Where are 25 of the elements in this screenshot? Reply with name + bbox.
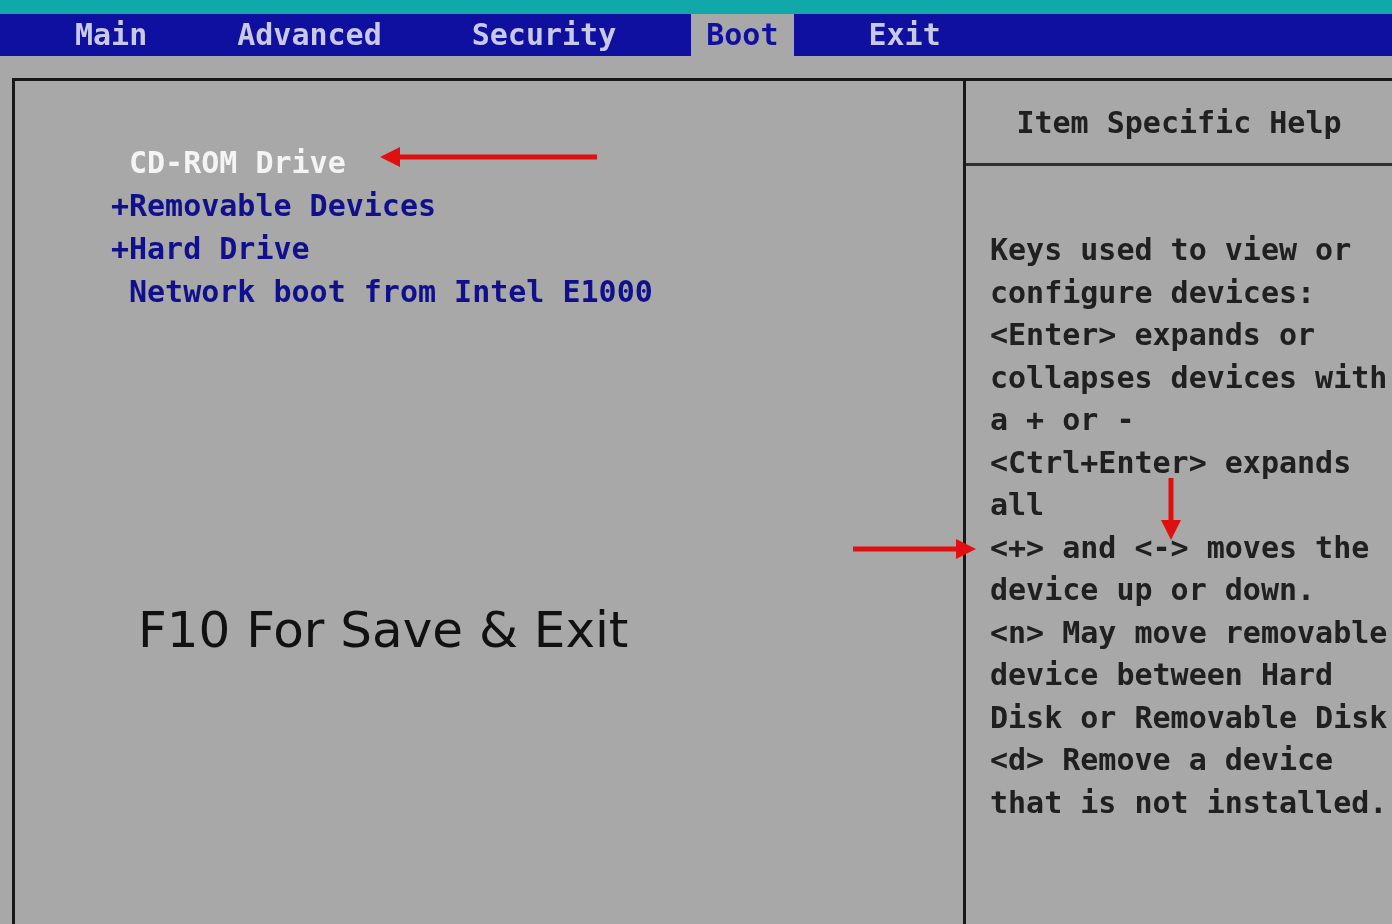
- help-text-line: Keys used to view or: [990, 231, 1352, 269]
- help-text-line: a + or -: [990, 401, 1135, 439]
- help-text-line: device up or down.: [990, 571, 1316, 609]
- annotation-arrow: [1161, 478, 1181, 540]
- boot-device-item[interactable]: Network boot from Intel E1000: [111, 270, 653, 313]
- help-text-line: <Ctrl+Enter> expands: [990, 443, 1352, 482]
- menu-tab[interactable]: Advanced: [222, 14, 397, 56]
- help-text-line: all: [990, 486, 1045, 524]
- menu-tab[interactable]: Boot: [691, 14, 794, 56]
- menu-tab[interactable]: Security: [456, 14, 632, 56]
- save-exit-caption: F10 For Save & Exit: [138, 601, 629, 659]
- help-text-line: configure devices:: [990, 273, 1316, 312]
- boot-device-item[interactable]: +Hard Drive: [111, 227, 310, 270]
- help-text-line: <n> May move removable: [990, 613, 1388, 652]
- menu-tab[interactable]: Main: [60, 14, 163, 56]
- menu-tab[interactable]: Exit: [853, 14, 956, 56]
- boot-device-item[interactable]: +Removable Devices: [111, 184, 437, 227]
- help-text-line: <Enter> expands or: [990, 316, 1316, 354]
- help-text-line: device between Hard: [990, 656, 1334, 694]
- help-text-line: collapses devices with: [990, 358, 1388, 397]
- help-text-line: Disk or Removable Disk: [990, 698, 1388, 737]
- help-text-line: <+> and <-> moves the: [990, 528, 1370, 567]
- help-text-line: that is not installed.: [990, 783, 1388, 822]
- help-text-line: <d> Remove a device: [990, 741, 1334, 779]
- help-title: Item Specific Help: [1016, 104, 1342, 140]
